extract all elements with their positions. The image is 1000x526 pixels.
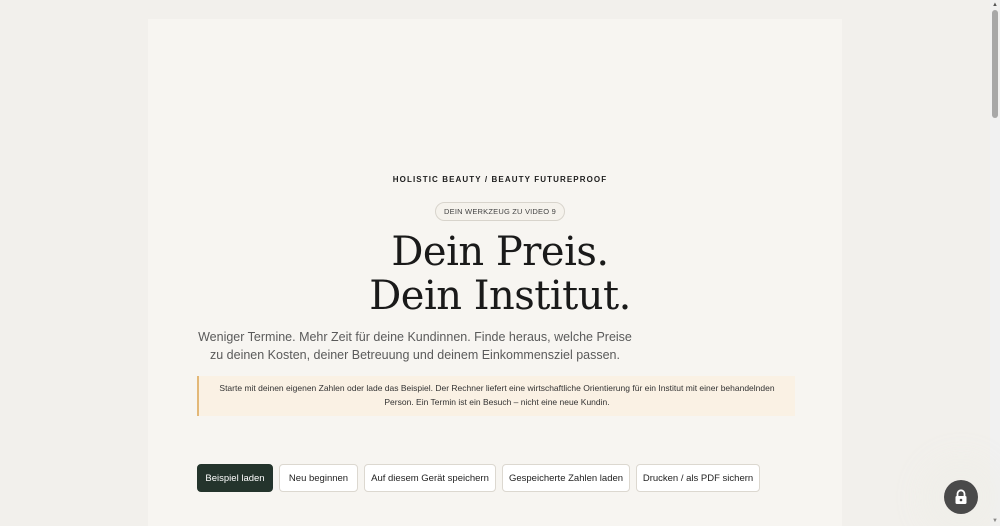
lock-icon: [955, 489, 967, 504]
intro-text: Weniger Termine. Mehr Zeit für deine Kun…: [198, 330, 632, 362]
lock-button[interactable]: [944, 480, 978, 514]
load-saved-button[interactable]: Gespeicherte Zahlen laden: [502, 464, 630, 492]
print-pdf-button[interactable]: Drucken / als PDF sichern: [636, 464, 760, 492]
arrow-up-icon[interactable]: ▲: [991, 1, 999, 9]
tool-badge: DEIN WERKZEUG ZU VIDEO 9: [435, 202, 565, 221]
page-title-line-1: Dein Preis.: [391, 229, 609, 275]
page-scrollbar[interactable]: ▲ ▼: [990, 0, 1000, 526]
info-notice-text: Starte mit deinen eigenen Zahlen oder la…: [219, 383, 775, 407]
save-on-device-button[interactable]: Auf diesem Gerät speichern: [364, 464, 496, 492]
page-title: Dein Preis. Dein Institut.: [0, 230, 1000, 318]
load-example-button[interactable]: Beispiel laden: [197, 464, 273, 492]
arrow-down-icon[interactable]: ▼: [991, 517, 999, 525]
page-title-line-2: Dein Institut.: [369, 273, 631, 319]
tool-badge-wrap: DEIN WERKZEUG ZU VIDEO 9: [0, 201, 1000, 221]
restart-button[interactable]: Neu beginnen: [279, 464, 358, 492]
brand-eyebrow: HOLISTIC BEAUTY / BEAUTY FUTUREPROOF: [392, 175, 608, 184]
action-bar: Beispiel laden Neu beginnen Auf diesem G…: [197, 464, 760, 492]
scrollbar-thumb[interactable]: [992, 10, 998, 118]
info-notice: Starte mit deinen eigenen Zahlen oder la…: [197, 376, 795, 416]
